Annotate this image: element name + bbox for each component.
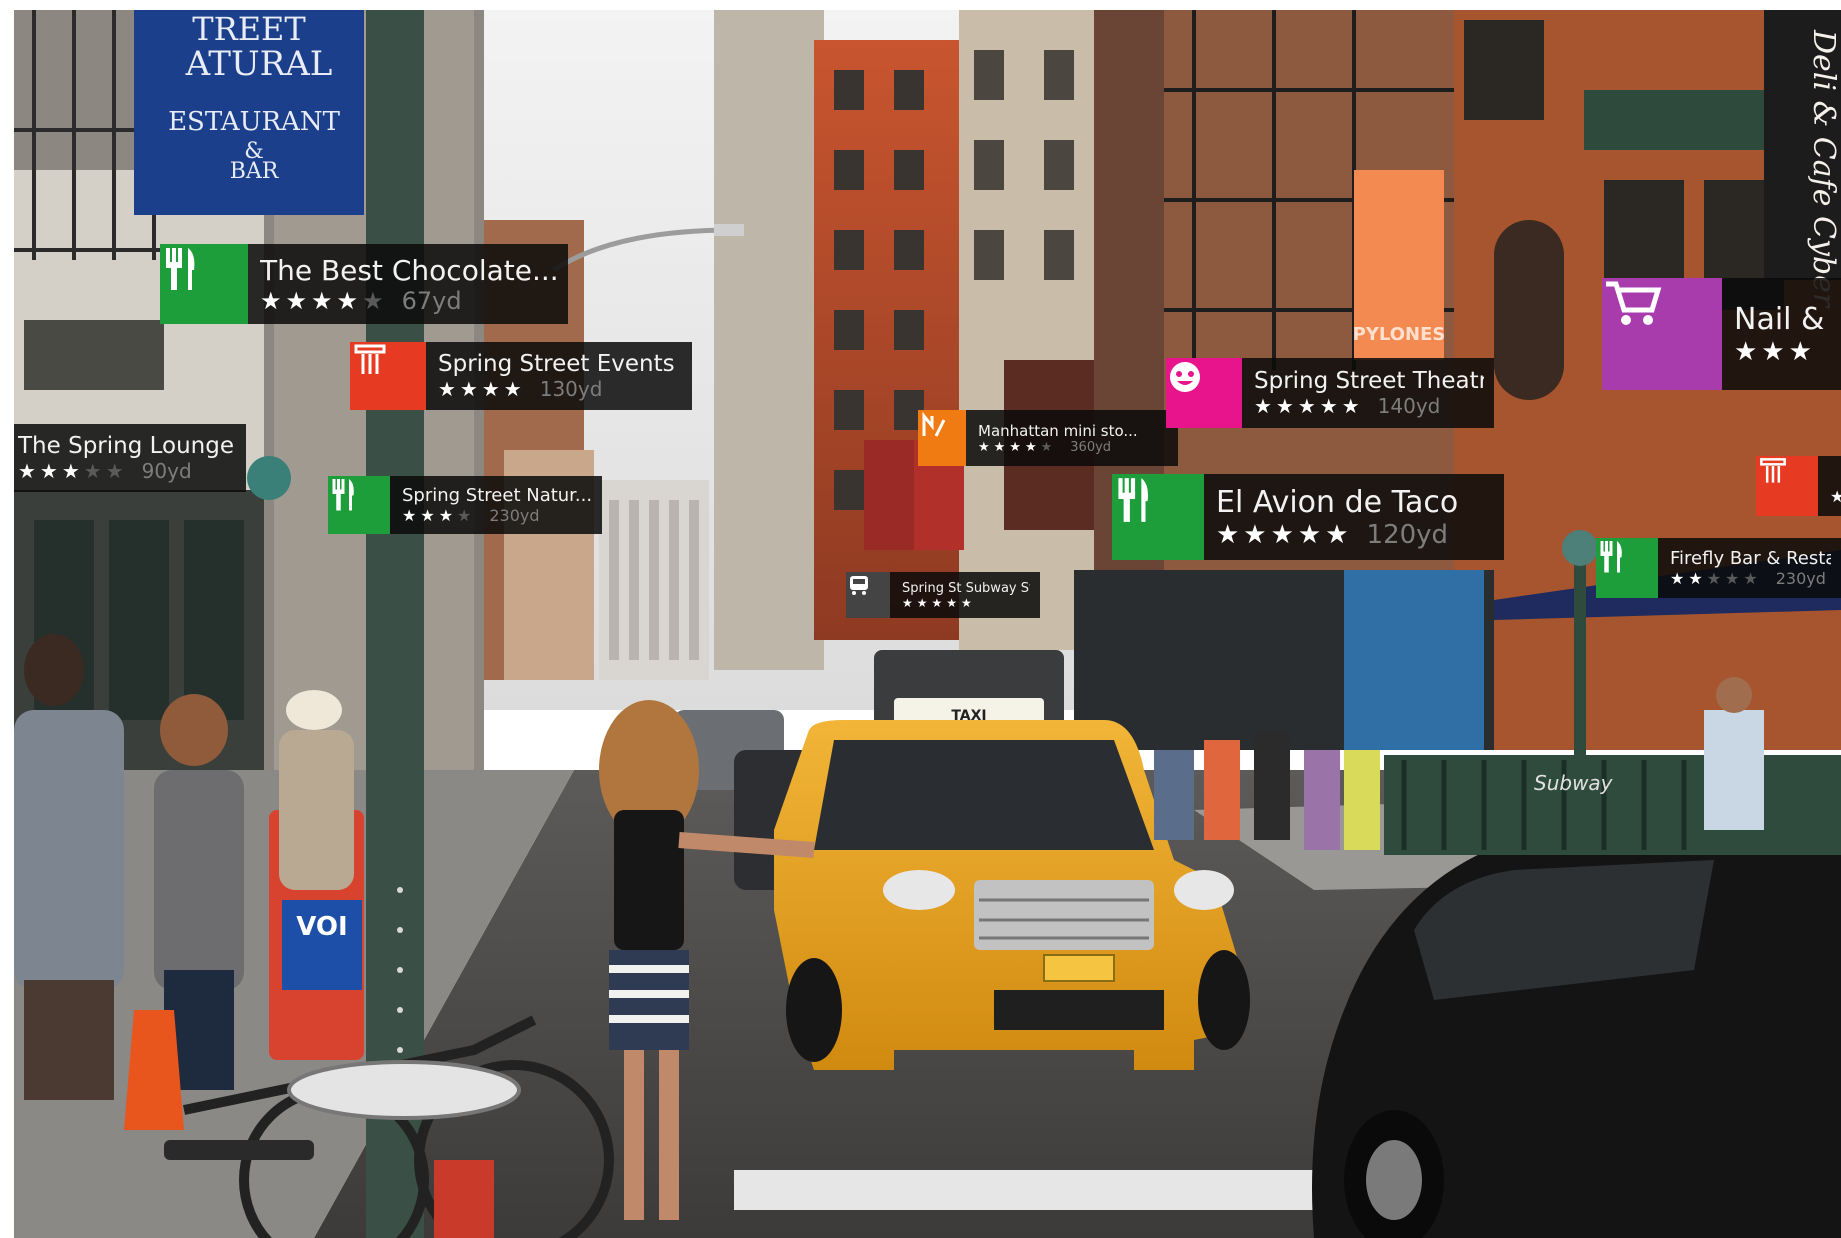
- poi-card-m-events[interactable]: M ★: [1756, 456, 1841, 516]
- poi-card-manhattan-mini-storage[interactable]: Manhattan mini sto... ★★★★★ 360yd: [918, 410, 1178, 466]
- poi-rating: ★: [1830, 487, 1841, 506]
- street-photo: TREET ATURAL ESTAURANT & BAR PYLONES Del…: [14, 10, 1841, 1238]
- column-icon: [1756, 456, 1818, 516]
- poi-title: Spring Street Natur...: [402, 485, 592, 506]
- theatre-mask-icon: [1166, 358, 1242, 428]
- svg-text:ATURAL: ATURAL: [185, 44, 333, 84]
- poi-card-spring-st-subway[interactable]: Spring St Subway St. ★★★★★: [846, 572, 1040, 618]
- poi-title: Manhattan mini sto...: [978, 421, 1138, 440]
- poi-distance: 67yd: [401, 286, 462, 315]
- poi-card-spring-street-events[interactable]: Spring Street Events ★★★★ 130yd: [350, 342, 692, 410]
- poi-distance: 140yd: [1377, 394, 1441, 418]
- poi-rating: ★★★: [1734, 336, 1816, 367]
- poi-card-el-avion-de-taco[interactable]: El Avion de Taco ★★★★★ 120yd: [1112, 474, 1504, 560]
- svg-text:PYLONES: PYLONES: [1353, 324, 1446, 345]
- poi-rating: ★★★★★: [1670, 569, 1762, 588]
- poi-distance: 120yd: [1366, 519, 1449, 550]
- svg-text:TREET: TREET: [192, 10, 306, 48]
- poi-title: Spring Street Theatre: [1254, 368, 1484, 394]
- poi-title: Spring Street Events: [438, 351, 675, 377]
- fork-knife-icon: [1112, 474, 1204, 560]
- fork-knife-icon: [1596, 538, 1658, 598]
- poi-title: The Best Chocolate...: [260, 253, 558, 287]
- svg-text:VOI: VOI: [296, 912, 347, 942]
- poi-rating: ★★★★★: [18, 459, 128, 483]
- poi-title: Spring St Subway St.: [902, 580, 1030, 596]
- svg-text:Subway: Subway: [1534, 771, 1614, 795]
- poi-rating: ★★★★★: [1216, 519, 1353, 550]
- poi-title: Firefly Bar & Restau: [1670, 548, 1831, 569]
- cart-icon: [1602, 278, 1722, 390]
- poi-card-spring-street-natural[interactable]: Spring Street Natur... ★★★★ 230yd: [328, 476, 602, 534]
- poi-title: The Spring Lounge: [18, 433, 235, 459]
- poi-rating: ★★★★★: [260, 286, 388, 315]
- poi-rating: ★★★★★: [978, 439, 1057, 455]
- fork-knife-icon: [160, 244, 248, 324]
- svg-text:ESTAURANT: ESTAURANT: [168, 107, 341, 137]
- poi-card-nail-salon[interactable]: Nail & ★★★: [1602, 278, 1841, 390]
- poi-card-firefly-bar[interactable]: Firefly Bar & Restau ★★★★★ 230yd: [1596, 538, 1841, 598]
- poi-rating: ★★★★: [438, 377, 526, 401]
- street-scene: TREET ATURAL ESTAURANT & BAR PYLONES Del…: [14, 10, 1841, 1238]
- poi-distance: 90yd: [141, 459, 192, 483]
- poi-card-best-chocolate[interactable]: The Best Chocolate... ★★★★★ 67yd: [160, 244, 568, 324]
- poi-title: M: [1830, 466, 1831, 487]
- poi-rating: ★★★★: [402, 506, 476, 525]
- svg-text:BAR: BAR: [230, 159, 280, 184]
- poi-rating: ★★★★★: [902, 595, 976, 610]
- tour-icon: [918, 410, 966, 466]
- poi-distance: 230yd: [489, 506, 540, 525]
- subway-icon: [846, 572, 890, 618]
- poi-card-spring-lounge[interactable]: The Spring Lounge ★★★★★ 90yd: [14, 424, 246, 492]
- fork-knife-icon: [328, 476, 390, 534]
- poi-rating: ★★★★★: [1254, 394, 1364, 418]
- poi-distance: 360yd: [1070, 439, 1112, 455]
- poi-title: Nail &: [1734, 301, 1825, 337]
- poi-title: El Avion de Taco: [1216, 484, 1459, 520]
- poi-distance: 130yd: [539, 377, 603, 401]
- poi-card-spring-street-theatre[interactable]: Spring Street Theatre ★★★★★ 140yd: [1166, 358, 1494, 428]
- poi-distance: 230yd: [1775, 569, 1826, 588]
- column-icon: [350, 342, 426, 410]
- svg-text:Deli & Cafe Cyber: Deli & Cafe Cyber: [1806, 29, 1841, 309]
